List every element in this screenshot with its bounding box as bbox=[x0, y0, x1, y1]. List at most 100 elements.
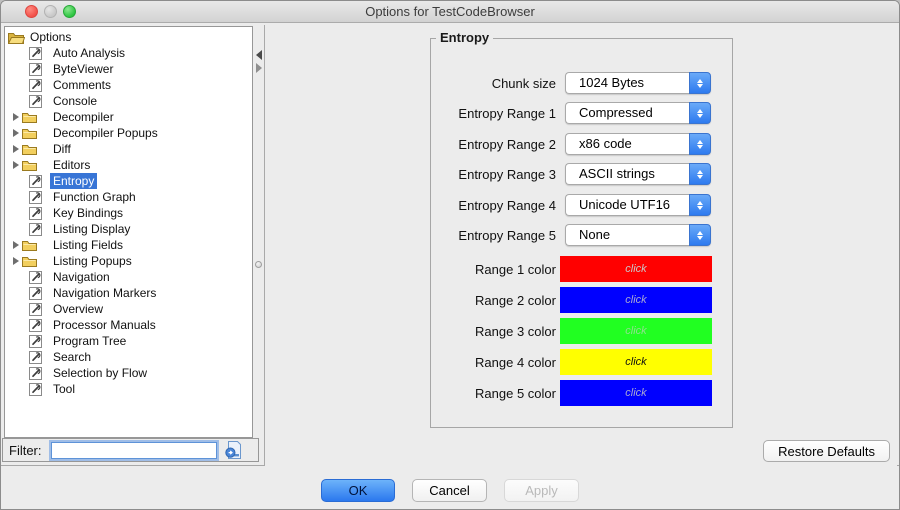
tree-item-label: ByteViewer bbox=[50, 61, 116, 77]
entropy-range-4-combobox[interactable]: Unicode UTF16 bbox=[565, 194, 711, 216]
field-label: Entropy Range 3 bbox=[431, 167, 556, 182]
expand-arrow-icon[interactable] bbox=[9, 113, 22, 121]
filter-input[interactable] bbox=[51, 442, 217, 459]
ok-button[interactable]: OK bbox=[321, 479, 395, 502]
combobox-stepper-icon bbox=[689, 102, 711, 124]
splitter-collapse-left-icon[interactable] bbox=[256, 50, 262, 60]
tree-item-label: Diff bbox=[50, 141, 74, 157]
tree-item-editors[interactable]: Editors bbox=[5, 157, 252, 173]
filter-options-button[interactable] bbox=[223, 440, 243, 460]
combobox-stepper-icon bbox=[689, 133, 711, 155]
tool-icon bbox=[29, 79, 42, 92]
expand-arrow-icon[interactable] bbox=[9, 129, 22, 137]
range-4-color-button[interactable]: click bbox=[560, 349, 712, 375]
tree-item-key-bindings[interactable]: Key Bindings bbox=[5, 205, 252, 221]
tree-item-decompiler[interactable]: Decompiler bbox=[5, 109, 252, 125]
range-5-color-button[interactable]: click bbox=[560, 380, 712, 406]
tool-icon bbox=[29, 319, 42, 332]
entropy-range-1-row: Entropy Range 1 Compressed bbox=[431, 102, 732, 124]
folder-icon bbox=[22, 159, 37, 171]
splitter-handle[interactable] bbox=[255, 261, 262, 268]
tree-item-console[interactable]: Console bbox=[5, 93, 252, 109]
combobox-stepper-icon bbox=[689, 194, 711, 216]
tree-item-tool[interactable]: Tool bbox=[5, 381, 252, 397]
tree-item-label: Search bbox=[50, 349, 94, 365]
tree-item-label: Selection by Flow bbox=[50, 365, 150, 381]
groupbox-title: Entropy bbox=[436, 30, 493, 45]
tree-item-byteviewer[interactable]: ByteViewer bbox=[5, 61, 252, 77]
tree-item-listing-fields[interactable]: Listing Fields bbox=[5, 237, 252, 253]
field-label: Range 5 color bbox=[431, 386, 556, 401]
tool-icon bbox=[29, 367, 42, 380]
entropy-range-3-combobox[interactable]: ASCII strings bbox=[565, 163, 711, 185]
titlebar: Options for TestCodeBrowser bbox=[1, 1, 899, 23]
tree-item-label: Navigation Markers bbox=[50, 285, 159, 301]
range-5-color-row: Range 5 color click bbox=[431, 380, 732, 406]
tree-item-overview[interactable]: Overview bbox=[5, 301, 252, 317]
tree-item-auto-analysis[interactable]: Auto Analysis bbox=[5, 45, 252, 61]
range-2-color-button[interactable]: click bbox=[560, 287, 712, 313]
tree-item-listing-popups[interactable]: Listing Popups bbox=[5, 253, 252, 269]
tool-icon bbox=[29, 223, 42, 236]
tree-item-label: Options bbox=[27, 29, 74, 45]
field-label: Entropy Range 2 bbox=[431, 137, 556, 152]
tree-item-entropy-selected[interactable]: Entropy bbox=[5, 173, 252, 189]
range-3-color-row: Range 3 color click bbox=[431, 318, 732, 344]
tree-item-listing-display[interactable]: Listing Display bbox=[5, 221, 252, 237]
tree-item-program-tree[interactable]: Program Tree bbox=[5, 333, 252, 349]
folder-icon bbox=[22, 255, 37, 267]
tree-item-decompiler-popups[interactable]: Decompiler Popups bbox=[5, 125, 252, 141]
tree-item-selection-by-flow[interactable]: Selection by Flow bbox=[5, 365, 252, 381]
combobox-stepper-icon bbox=[689, 72, 711, 94]
range-1-color-button[interactable]: click bbox=[560, 256, 712, 282]
tree-item-processor-manuals[interactable]: Processor Manuals bbox=[5, 317, 252, 333]
tree-item-navigation-markers[interactable]: Navigation Markers bbox=[5, 285, 252, 301]
expand-arrow-icon[interactable] bbox=[9, 161, 22, 169]
tree-item-label: Listing Fields bbox=[50, 237, 126, 253]
tree-item-options[interactable]: Options bbox=[5, 29, 252, 45]
tool-icon bbox=[29, 47, 42, 60]
tree-item-search[interactable]: Search bbox=[5, 349, 252, 365]
tree-item-label: Processor Manuals bbox=[50, 317, 159, 333]
tree-item-label: Decompiler bbox=[50, 109, 117, 125]
expand-arrow-icon[interactable] bbox=[9, 145, 22, 153]
tree-item-diff[interactable]: Diff bbox=[5, 141, 252, 157]
tree-item-label: Console bbox=[50, 93, 100, 109]
splitter-collapse-right-icon[interactable] bbox=[256, 63, 262, 73]
tree-item-comments[interactable]: Comments bbox=[5, 77, 252, 93]
field-label: Chunk size bbox=[431, 76, 556, 91]
tree-item-navigation[interactable]: Navigation bbox=[5, 269, 252, 285]
tree-item-label: Function Graph bbox=[50, 189, 139, 205]
tool-icon bbox=[29, 63, 42, 76]
chunk-size-combobox[interactable]: 1024 Bytes bbox=[565, 72, 711, 94]
cancel-button[interactable]: Cancel bbox=[412, 479, 487, 502]
entropy-range-3-row: Entropy Range 3 ASCII strings bbox=[431, 163, 732, 185]
expand-arrow-icon[interactable] bbox=[9, 241, 22, 249]
combobox-value: ASCII strings bbox=[565, 163, 689, 185]
field-label: Range 1 color bbox=[431, 262, 556, 277]
entropy-range-5-combobox[interactable]: None bbox=[565, 224, 711, 246]
chunk-size-row: Chunk size 1024 Bytes bbox=[431, 72, 732, 94]
tool-icon bbox=[29, 335, 42, 348]
entropy-range-2-combobox[interactable]: x86 code bbox=[565, 133, 711, 155]
window-title: Options for TestCodeBrowser bbox=[1, 1, 899, 23]
tree-item-function-graph[interactable]: Function Graph bbox=[5, 189, 252, 205]
apply-button[interactable]: Apply bbox=[504, 479, 579, 502]
tree-item-label: Entropy bbox=[50, 173, 97, 189]
filter-label: Filter: bbox=[9, 443, 42, 458]
options-dialog: Options for TestCodeBrowser Options Auto… bbox=[0, 0, 900, 510]
combobox-value: Compressed bbox=[565, 102, 689, 124]
tree-item-label: Overview bbox=[50, 301, 106, 317]
range-3-color-button[interactable]: click bbox=[560, 318, 712, 344]
tree-item-label: Listing Display bbox=[50, 221, 133, 237]
tree-item-label: Listing Popups bbox=[50, 253, 135, 269]
tree-item-label: Comments bbox=[50, 77, 114, 93]
entropy-range-1-combobox[interactable]: Compressed bbox=[565, 102, 711, 124]
open-folder-icon bbox=[8, 31, 25, 44]
tool-icon bbox=[29, 383, 42, 396]
folder-icon bbox=[22, 127, 37, 139]
restore-defaults-button[interactable]: Restore Defaults bbox=[763, 440, 890, 462]
tool-icon bbox=[29, 95, 42, 108]
expand-arrow-icon[interactable] bbox=[9, 257, 22, 265]
field-label: Entropy Range 4 bbox=[431, 198, 556, 213]
